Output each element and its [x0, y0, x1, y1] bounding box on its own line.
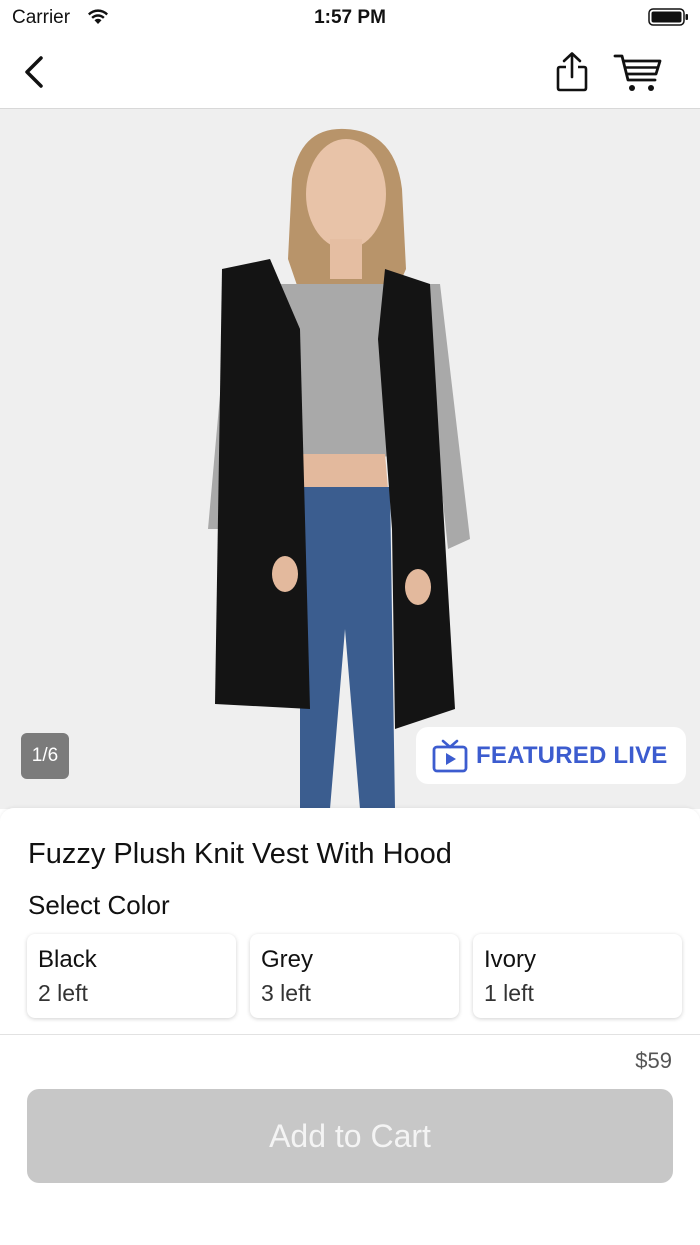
featured-live-label: FEATURED LIVE — [476, 741, 668, 769]
product-details-sheet: Fuzzy Plush Knit Vest With Hood Select C… — [0, 808, 700, 1034]
product-photo — [0, 109, 700, 809]
cart-button[interactable] — [612, 48, 664, 96]
color-option-grey[interactable]: Grey 3 left — [250, 934, 459, 1018]
select-color-label: Select Color — [28, 890, 170, 920]
add-to-cart-button[interactable]: Add to Cart — [27, 1089, 673, 1183]
featured-live-badge[interactable]: FEATURED LIVE — [416, 727, 686, 784]
share-icon — [556, 52, 588, 92]
status-bar: Carrier 1:57 PM — [0, 0, 700, 36]
battery-icon — [648, 8, 688, 26]
image-counter: 1/6 — [21, 733, 69, 779]
color-option-name: Black — [38, 946, 97, 973]
cart-icon — [613, 54, 662, 91]
color-option-stock: 2 left — [38, 980, 88, 1006]
purchase-footer: $59 Add to Cart — [0, 1034, 700, 1245]
back-button[interactable] — [14, 50, 54, 94]
price-label: $59 — [635, 1048, 672, 1073]
color-option-name: Grey — [261, 946, 314, 973]
share-button[interactable] — [550, 48, 594, 96]
color-option-stock: 3 left — [261, 980, 311, 1006]
color-option-ivory[interactable]: Ivory 1 left — [473, 934, 682, 1018]
color-option-black[interactable]: Black 2 left — [27, 934, 236, 1018]
chevron-left-icon — [25, 56, 43, 88]
tv-play-icon — [432, 739, 468, 772]
product-title: Fuzzy Plush Knit Vest With Hood — [28, 838, 452, 870]
clock-label: 1:57 PM — [314, 7, 386, 28]
color-option-stock: 1 left — [484, 980, 534, 1006]
color-option-name: Ivory — [484, 946, 537, 973]
product-image[interactable] — [0, 109, 700, 809]
nav-bar — [0, 36, 700, 109]
